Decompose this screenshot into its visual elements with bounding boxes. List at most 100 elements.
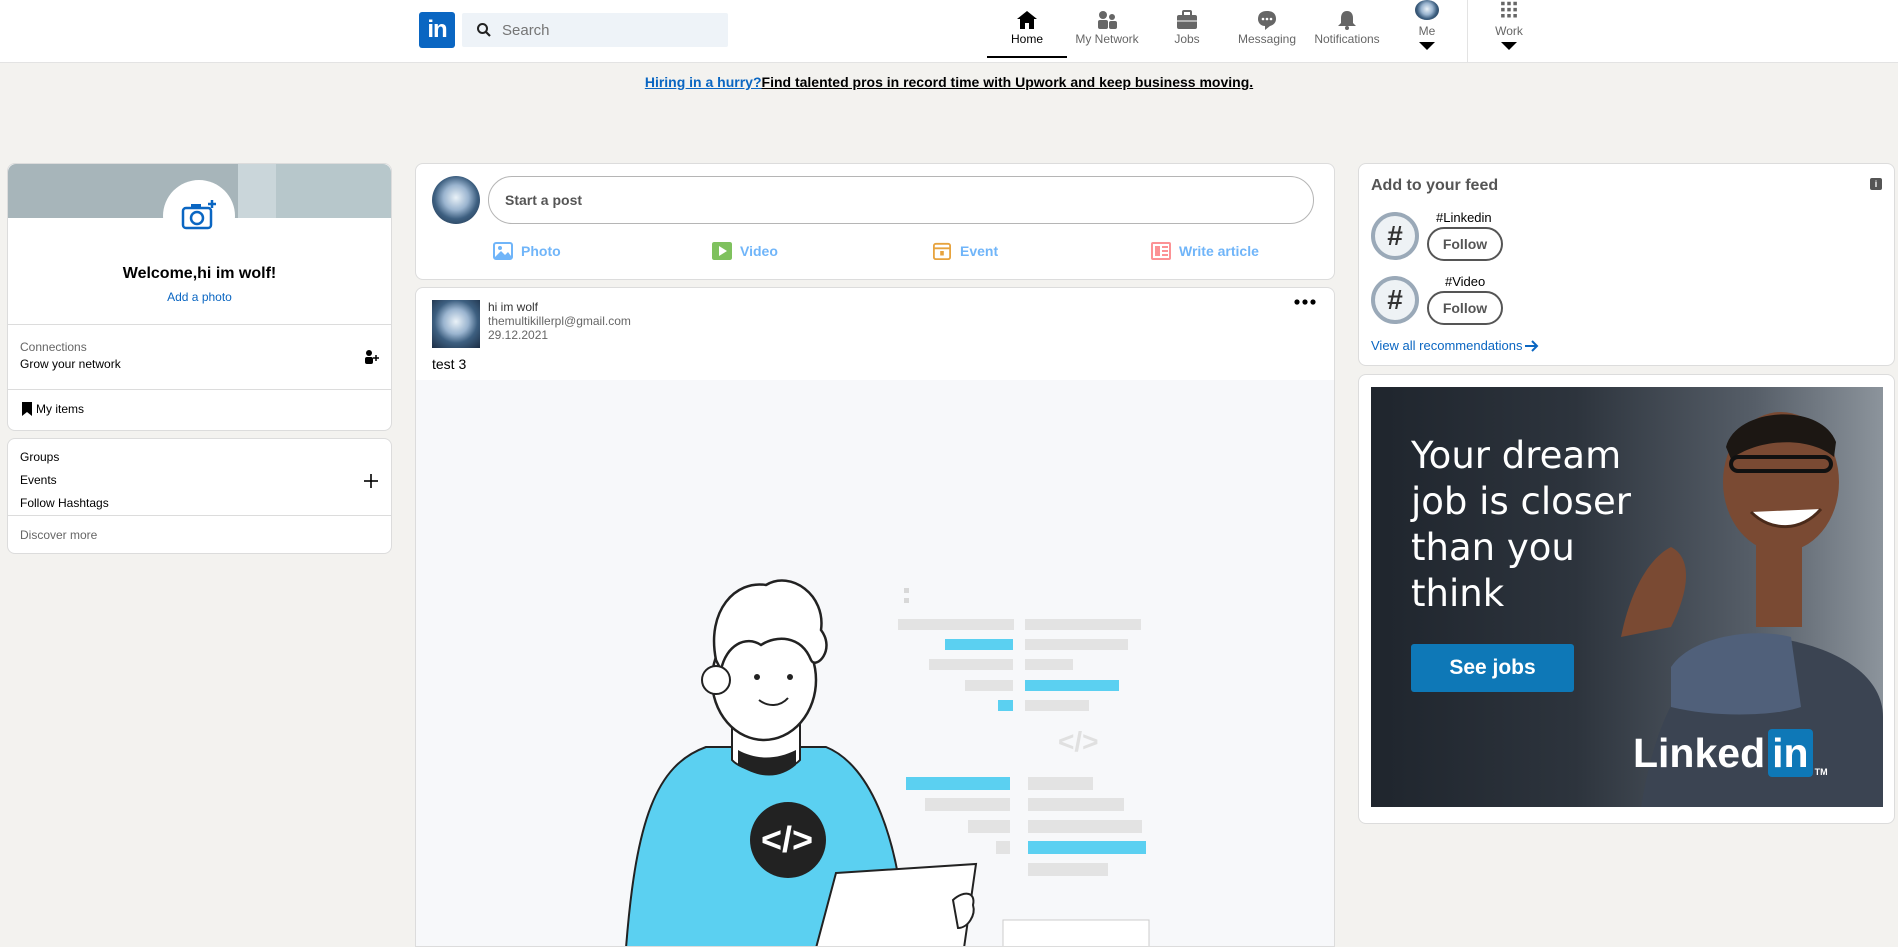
article-icon [1151,242,1171,260]
post-author-avatar[interactable] [432,300,480,348]
post-composer: Start a post Photo Video Event Write art… [415,163,1335,280]
add-to-feed-card: Add to your feed i # #Linkedin Follow # … [1358,163,1895,366]
code-glyph-small: </> [1058,726,1098,757]
nav-me[interactable]: Me [1412,0,1442,50]
connections-label: Connections [20,340,87,354]
nav-label-my-network: My Network [1075,32,1139,46]
divider [8,324,391,325]
divider [8,515,391,516]
search-icon [477,23,491,37]
profile-card: Welcome,hi im wolf! Add a photo Connecti… [7,163,392,431]
nav-jobs[interactable]: Jobs [1167,8,1207,58]
hashtag-icon: # [1371,276,1419,324]
promo-link[interactable]: Hiring in a hurry? [645,74,762,90]
ad-brand-tm: TM [1814,767,1828,777]
arrow-right-icon [1524,339,1538,352]
nav-divider [1467,0,1468,63]
camera-icon [181,200,216,230]
home-icon [1017,11,1037,29]
my-items-link[interactable]: My items [22,402,84,416]
chevron-down-icon [1419,42,1435,50]
ad-brand-text: Linked [1633,729,1766,776]
follow-hashtags-link[interactable]: Follow Hashtags [20,496,109,510]
view-all-label: View all recommendations [1371,338,1523,353]
hashtag-icon: # [1371,212,1419,260]
feed-title: Add to your feed [1371,177,1499,194]
search-box[interactable] [462,13,728,47]
ad-headline-line: than you [1411,526,1575,569]
nav-label-work: Work [1495,24,1523,38]
follow-button[interactable]: Follow [1427,227,1503,261]
code-glyph: </> [761,819,813,860]
nav-messaging[interactable]: Messaging [1232,8,1302,58]
recommendation-tag[interactable]: #Linkedin [1436,210,1492,225]
ad-brand-logo: Linked in TM [1633,729,1828,777]
photo-icon [493,242,513,260]
nav-label-notifications: Notifications [1314,32,1380,46]
avatar-icon [1415,0,1439,20]
post-text: test 3 [432,356,467,372]
search-input[interactable] [502,21,702,39]
write-article-button[interactable]: Write article [1151,242,1259,260]
post-header: hi im wolf themultikillerpl@gmail.com 29… [488,300,631,342]
photo-button[interactable]: Photo [493,242,561,260]
network-icon [1098,11,1117,29]
ad-headline-line: job is closer [1411,480,1631,523]
profile-photo-placeholder[interactable] [163,180,235,252]
ad-brand-in: in [1768,729,1813,777]
recommendation-tag[interactable]: #Video [1445,274,1485,289]
linkedin-logo[interactable]: in [419,12,455,48]
promo-text[interactable]: Find talented pros in record time with U… [762,74,1254,90]
divider [8,389,391,390]
nav-home[interactable]: Home [987,8,1067,58]
video-button[interactable]: Video [712,242,778,260]
chevron-down-icon [1501,42,1517,50]
more-options-icon[interactable] [1293,298,1317,306]
info-icon[interactable]: i [1870,178,1882,190]
plus-icon[interactable] [364,474,378,488]
nav-label-jobs: Jobs [1174,32,1200,46]
write-article-label: Write article [1179,243,1259,259]
welcome-text: Welcome,hi im wolf! [122,265,277,282]
add-photo-link[interactable]: Add a photo [8,290,391,304]
post-author-email: themultikillerpl@gmail.com [488,314,631,328]
nav-label-messaging: Messaging [1237,32,1297,46]
post-author-name[interactable]: hi im wolf [488,300,631,314]
connections-sub: Grow your network [20,357,121,371]
developer-illustration: </> </> [625,579,1150,946]
events-link[interactable]: Events [20,473,57,487]
job-ad-card: Your dream job is closer than you think … [1358,374,1895,824]
video-label: Video [740,243,778,259]
bell-icon [1338,11,1356,30]
top-navigation-bar: in Home My Network Jobs Messaging Notifi… [0,0,1898,63]
nav-work[interactable]: Work [1492,0,1526,50]
ad-headline-line: Your dream [1411,434,1622,477]
ad-headline: Your dream job is closer than you think [1411,433,1631,617]
community-card: Groups Events Follow Hashtags Discover m… [7,438,392,554]
promo-banner: Hiring in a hurry?Find talented pros in … [0,74,1898,90]
bookmark-icon [22,402,32,416]
start-post-input[interactable]: Start a post [488,176,1314,224]
nav-notifications[interactable]: Notifications [1312,8,1382,58]
my-items-label: My items [36,402,84,416]
user-avatar[interactable] [432,176,480,224]
discover-more-link[interactable]: Discover more [20,528,97,542]
connections-section[interactable]: Connections Grow your network [20,340,121,371]
see-jobs-button[interactable]: See jobs [1411,644,1574,692]
feed-post: hi im wolf themultikillerpl@gmail.com 29… [415,287,1335,947]
event-button[interactable]: Event [932,242,998,260]
person-figure: </> [625,579,978,946]
add-connection-icon[interactable] [363,349,379,365]
groups-link[interactable]: Groups [20,450,59,464]
messaging-icon [1258,11,1276,30]
nav-my-network[interactable]: My Network [1072,8,1142,58]
ad-image[interactable]: Your dream job is closer than you think … [1371,387,1883,807]
post-date: 29.12.2021 [488,328,549,342]
post-image[interactable]: </> </> [416,380,1334,946]
grid-icon [1501,1,1517,18]
event-label: Event [960,243,999,259]
photo-label: Photo [521,243,561,259]
calendar-icon [933,242,951,260]
follow-button[interactable]: Follow [1427,291,1503,325]
view-all-recommendations-link[interactable]: View all recommendations [1371,338,1539,353]
